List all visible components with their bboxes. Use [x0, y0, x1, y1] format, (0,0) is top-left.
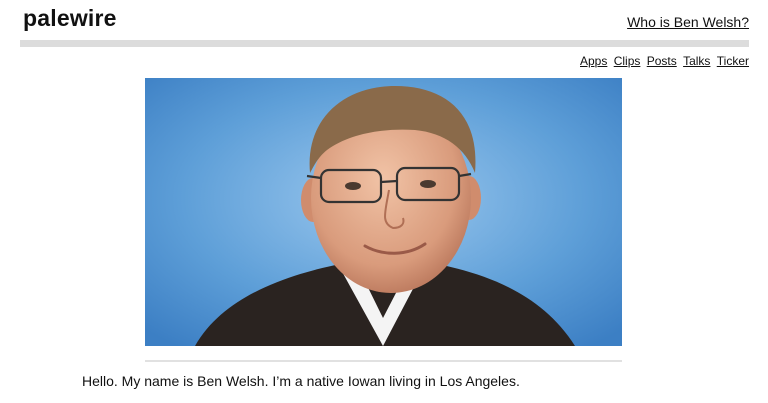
- section-nav: Apps Clips Posts Talks Ticker: [577, 54, 749, 68]
- nav-link-apps[interactable]: Apps: [580, 54, 607, 68]
- portrait-photo: [145, 78, 622, 346]
- header-divider-bar: [20, 40, 749, 47]
- intro-text: Hello. My name is Ben Welsh. I’m a nativ…: [82, 373, 520, 389]
- nav-link-posts[interactable]: Posts: [647, 54, 677, 68]
- site-header: palewire Who is Ben Welsh?: [20, 0, 749, 40]
- site-brand-link[interactable]: palewire: [23, 5, 117, 32]
- about-link[interactable]: Who is Ben Welsh?: [627, 14, 749, 30]
- content-divider: [145, 360, 622, 362]
- portrait-photo-icon: [145, 78, 622, 346]
- nav-link-talks[interactable]: Talks: [683, 54, 710, 68]
- nav-link-clips[interactable]: Clips: [614, 54, 641, 68]
- nav-link-ticker[interactable]: Ticker: [717, 54, 749, 68]
